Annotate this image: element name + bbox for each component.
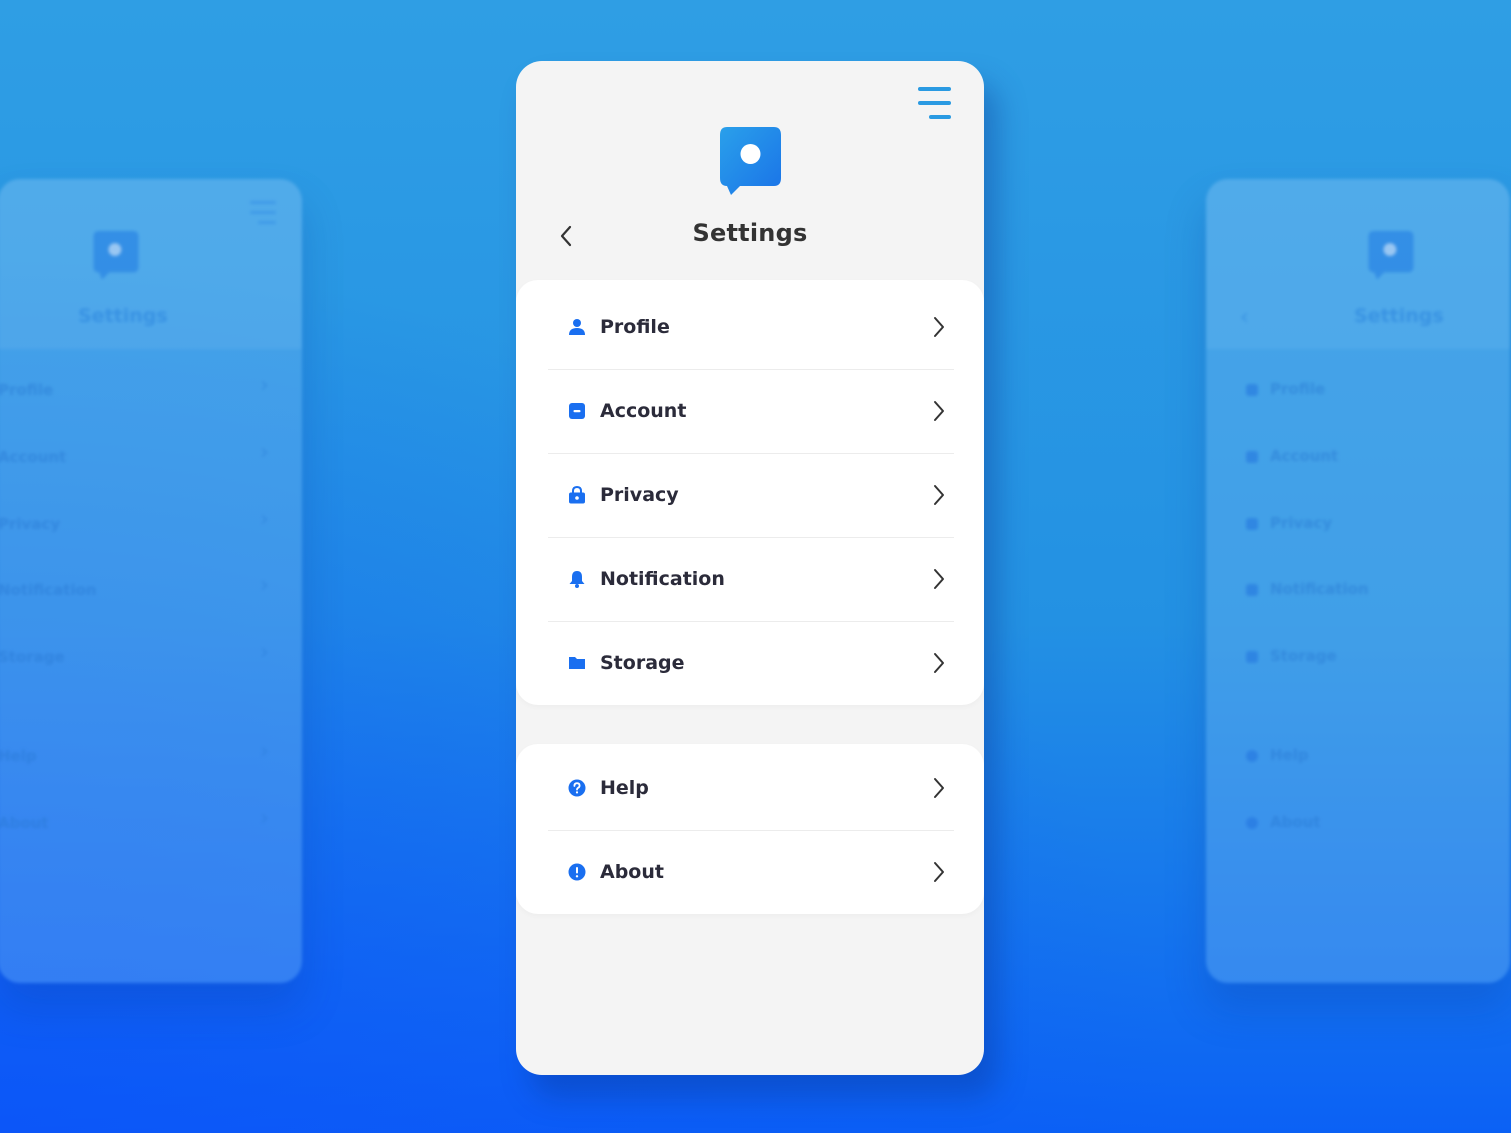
bell-icon <box>1246 583 1258 596</box>
person-icon <box>1246 383 1258 396</box>
settings-item-about[interactable]: About <box>548 830 954 914</box>
list-item-label: Help <box>1270 746 1309 764</box>
hamburger-menu-icon <box>250 201 276 227</box>
chevron-right-icon: › <box>260 640 269 665</box>
account-card-icon <box>569 403 585 419</box>
settings-item-label: Storage <box>600 652 685 674</box>
bell-icon <box>569 571 585 588</box>
settings-item-label: Account <box>600 400 687 422</box>
list-item: Account <box>1246 441 1338 471</box>
list-item: Help <box>1246 740 1309 770</box>
panel-title: Settings <box>78 305 168 327</box>
settings-card-primary: Profile Account Privacy Notification Sto… <box>516 280 984 705</box>
chevron-right-icon <box>934 653 944 673</box>
list-item-label: Notification <box>1270 580 1369 598</box>
chat-bubble-logo-icon <box>720 127 781 195</box>
background-settings-panel-left: Settings Profile › Account › Privacy › N… <box>0 179 302 983</box>
account-card-icon <box>1246 450 1258 463</box>
chevron-right-icon: › <box>260 806 269 831</box>
list-item: Privacy <box>1246 508 1332 538</box>
chat-bubble-logo-icon <box>1368 231 1414 280</box>
list-item-label: About <box>1270 813 1321 831</box>
chevron-right-icon <box>934 485 944 505</box>
chevron-left-icon: ‹ <box>1240 305 1249 330</box>
list-item: Privacy <box>0 515 61 533</box>
settings-item-notification[interactable]: Notification <box>548 537 954 622</box>
chevron-right-icon: › <box>260 440 269 465</box>
person-icon <box>569 319 585 335</box>
background-settings-panel-right: ‹ Settings Profile Account Privacy Notif… <box>1206 179 1510 983</box>
menu-line <box>918 87 951 91</box>
chevron-right-icon <box>934 401 944 421</box>
list-item-label: Profile <box>1270 380 1326 398</box>
info-circle-icon <box>568 863 586 881</box>
list-item: Profile <box>1246 374 1325 404</box>
chevron-right-icon <box>934 569 944 589</box>
menu-line <box>929 115 951 119</box>
settings-item-label: Notification <box>600 568 725 590</box>
chevron-right-icon <box>934 317 944 337</box>
settings-item-profile[interactable]: Profile <box>548 285 954 370</box>
list-item: Notification <box>0 581 97 599</box>
settings-screen: Settings Profile Account Privacy Notific… <box>516 61 984 1075</box>
hamburger-menu-button[interactable] <box>918 87 956 123</box>
list-item-label: Storage <box>1270 647 1337 665</box>
folder-icon <box>569 657 585 669</box>
list-item: About <box>1246 807 1321 837</box>
chevron-right-icon: › <box>260 507 269 532</box>
info-circle-icon <box>1246 816 1258 829</box>
chevron-right-icon: › <box>260 573 269 598</box>
settings-item-label: Help <box>600 777 649 799</box>
list-item: Storage <box>1246 641 1337 671</box>
settings-card-secondary: Help About <box>516 744 984 914</box>
folder-icon <box>1246 650 1258 663</box>
panel-title: Settings <box>1354 305 1444 327</box>
list-item: Notification <box>1246 574 1369 604</box>
settings-item-label: About <box>600 861 664 883</box>
lock-icon <box>1246 517 1258 530</box>
chevron-right-icon <box>934 862 944 882</box>
list-item: Account <box>0 448 67 466</box>
settings-item-help[interactable]: Help <box>548 746 954 831</box>
help-circle-icon <box>1246 749 1258 762</box>
chevron-right-icon <box>934 778 944 798</box>
chevron-right-icon: › <box>260 373 269 398</box>
list-item: About <box>0 814 49 832</box>
list-item-label: Account <box>1270 447 1339 465</box>
settings-item-account[interactable]: Account <box>548 369 954 454</box>
menu-line <box>918 101 951 105</box>
help-circle-icon <box>568 779 586 797</box>
settings-item-label: Profile <box>600 316 670 338</box>
settings-item-storage[interactable]: Storage <box>548 621 954 705</box>
chat-bubble-logo-icon <box>93 231 139 280</box>
chevron-right-icon: › <box>260 739 269 764</box>
lock-icon <box>569 486 585 504</box>
settings-item-privacy[interactable]: Privacy <box>548 453 954 538</box>
list-item: Help <box>0 747 37 765</box>
settings-item-label: Privacy <box>600 484 679 506</box>
page-title: Settings <box>692 219 808 247</box>
list-item: Storage <box>0 648 65 666</box>
list-item-label: Privacy <box>1270 514 1333 532</box>
list-item: Profile <box>0 381 54 399</box>
